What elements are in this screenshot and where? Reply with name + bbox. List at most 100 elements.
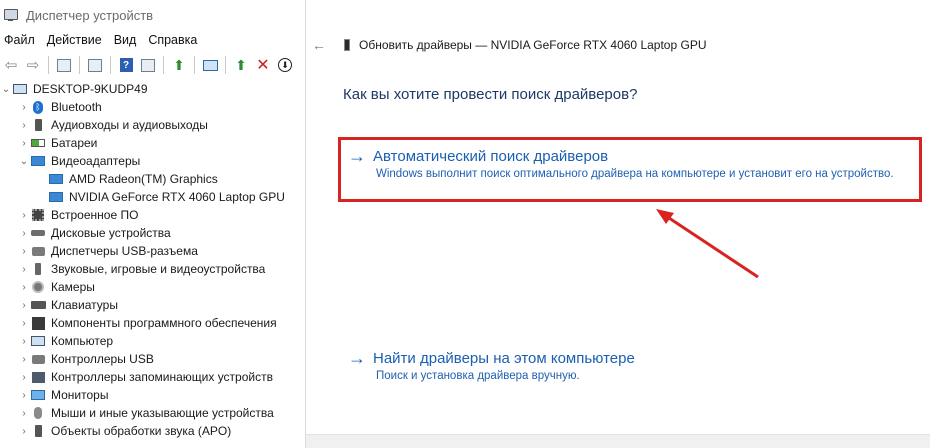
tree-item-computer[interactable]: › Компьютер bbox=[0, 332, 305, 350]
tree-item-label: Объекты обработки звука (APO) bbox=[51, 424, 232, 438]
tree-item-monitors[interactable]: › Мониторы bbox=[0, 386, 305, 404]
menu-file[interactable]: Файл bbox=[0, 33, 42, 47]
bluetooth-icon: ᛒ bbox=[30, 100, 46, 114]
chevron-right-icon[interactable]: › bbox=[18, 120, 30, 131]
chevron-right-icon[interactable]: › bbox=[18, 390, 30, 401]
tree-item-disk-drives[interactable]: › Дисковые устройства bbox=[0, 224, 305, 242]
window-title: Диспетчер устройств bbox=[26, 7, 154, 23]
chevron-right-icon[interactable]: › bbox=[18, 372, 30, 383]
chevron-right-icon[interactable]: › bbox=[18, 318, 30, 329]
tree-item-firmware[interactable]: › Встроенное ПО bbox=[0, 206, 305, 224]
tree-item-bluetooth[interactable]: › ᛒ Bluetooth bbox=[0, 98, 305, 116]
tree-item-keyboards[interactable]: › Клавиатуры bbox=[0, 296, 305, 314]
tree-root-label: DESKTOP-9KUDP49 bbox=[33, 82, 148, 96]
update-drivers-dialog: ← Обновить драйверы — NVIDIA GeForce RTX… bbox=[306, 0, 930, 448]
menu-action[interactable]: Действие bbox=[42, 33, 109, 47]
annotation-red-arrow bbox=[656, 209, 759, 279]
show-hide-console-tree-button[interactable] bbox=[53, 54, 75, 76]
scan-hardware-icon bbox=[202, 59, 218, 71]
help-button[interactable]: ? bbox=[115, 54, 137, 76]
tree-item-batteries[interactable]: › Батареи bbox=[0, 134, 305, 152]
tree-item-label: Камеры bbox=[51, 280, 95, 294]
tree-item-label: Диспетчеры USB-разъема bbox=[51, 244, 198, 258]
arrow-right-icon: ⇨ bbox=[26, 57, 40, 74]
chevron-right-icon[interactable]: › bbox=[18, 210, 30, 221]
camera-icon bbox=[30, 280, 46, 294]
tree-root[interactable]: ⌄ DESKTOP-9KUDP49 bbox=[0, 80, 305, 98]
chevron-right-icon[interactable]: › bbox=[18, 102, 30, 113]
chevron-right-icon[interactable]: › bbox=[18, 138, 30, 149]
usb-icon bbox=[30, 244, 46, 258]
disk-icon bbox=[30, 226, 46, 240]
tree-item-label: Видеоадаптеры bbox=[51, 154, 141, 168]
tree-item-display-adapters[interactable]: ⌄ Видеоадаптеры bbox=[0, 152, 305, 170]
tree-subitem-nvidia-gpu[interactable]: NVIDIA GeForce RTX 4060 Laptop GPU bbox=[0, 188, 305, 206]
tree-item-label: NVIDIA GeForce RTX 4060 Laptop GPU bbox=[69, 190, 285, 204]
toolbar-separator bbox=[163, 56, 164, 74]
computer-icon bbox=[30, 334, 46, 348]
device-manager-icon bbox=[4, 9, 18, 21]
keyboard-icon bbox=[30, 298, 46, 312]
chevron-right-icon[interactable]: › bbox=[18, 354, 30, 365]
tree-item-usb-connector-managers[interactable]: › Диспетчеры USB-разъема bbox=[0, 242, 305, 260]
scan-hardware-button[interactable] bbox=[199, 54, 221, 76]
tree-item-audio-io[interactable]: › Аудиовходы и аудиовыходы bbox=[0, 116, 305, 134]
tree-item-storage-controllers[interactable]: › Контроллеры запоминающих устройств bbox=[0, 368, 305, 386]
usb-controller-icon bbox=[30, 352, 46, 366]
battery-icon bbox=[30, 136, 46, 150]
chevron-right-icon[interactable]: › bbox=[18, 264, 30, 275]
enable-device-icon: ⬆ bbox=[235, 56, 247, 73]
tree-item-label: Мониторы bbox=[51, 388, 109, 402]
tree-item-label: Компоненты программного обеспечения bbox=[51, 316, 277, 330]
chevron-right-icon[interactable]: › bbox=[18, 246, 30, 257]
tree-item-label: Дисковые устройства bbox=[51, 226, 171, 240]
firmware-icon bbox=[30, 208, 46, 222]
chevron-right-icon[interactable]: › bbox=[18, 300, 30, 311]
toolbar-separator bbox=[225, 56, 226, 74]
tree-item-label: Контроллеры запоминающих устройств bbox=[51, 370, 273, 384]
uninstall-device-button[interactable]: ✕ bbox=[252, 54, 274, 76]
chevron-down-icon[interactable]: ⌄ bbox=[18, 156, 30, 167]
mouse-icon bbox=[30, 406, 46, 420]
chevron-down-icon[interactable]: ⌄ bbox=[0, 84, 12, 95]
forward-button[interactable]: ⇨ bbox=[22, 54, 44, 76]
properties-icon bbox=[88, 58, 102, 72]
monitor-icon bbox=[30, 388, 46, 402]
tree-item-label: Встроенное ПО bbox=[51, 208, 139, 222]
enable-device-button[interactable]: ⬆ bbox=[230, 54, 252, 76]
sound-icon bbox=[30, 262, 46, 276]
display-adapter-icon bbox=[48, 190, 64, 204]
chevron-right-icon[interactable]: › bbox=[18, 408, 30, 419]
tree-item-label: Батареи bbox=[51, 136, 98, 150]
computer-root-icon bbox=[12, 82, 28, 96]
menu-help[interactable]: Справка bbox=[143, 33, 204, 47]
tree-item-label: Bluetooth bbox=[51, 100, 102, 114]
toolbar: ⇦ ⇨ ? ⬆ ⬆ ✕ ⬇ bbox=[0, 53, 305, 77]
tree-item-cameras[interactable]: › Камеры bbox=[0, 278, 305, 296]
tree-item-sound-video-game[interactable]: › Звуковые, игровые и видеоустройства bbox=[0, 260, 305, 278]
tree-item-label: Звуковые, игровые и видеоустройства bbox=[51, 262, 266, 276]
chevron-right-icon[interactable]: › bbox=[18, 228, 30, 239]
tree-item-usb-controllers[interactable]: › Контроллеры USB bbox=[0, 350, 305, 368]
back-button[interactable]: ⇦ bbox=[0, 54, 22, 76]
menu-bar: Файл Действие Вид Справка bbox=[0, 30, 204, 50]
tree-item-mice[interactable]: › Мыши и иные указывающие устройства bbox=[0, 404, 305, 422]
menu-view[interactable]: Вид bbox=[109, 33, 144, 47]
properties-button[interactable] bbox=[84, 54, 106, 76]
tree-item-software-components[interactable]: › Компоненты программного обеспечения bbox=[0, 314, 305, 332]
view-button[interactable] bbox=[137, 54, 159, 76]
apo-icon bbox=[30, 424, 46, 438]
device-tree: ⌄ DESKTOP-9KUDP49 › ᛒ Bluetooth › Аудиов… bbox=[0, 80, 305, 440]
chevron-right-icon[interactable]: › bbox=[18, 282, 30, 293]
disable-device-button[interactable]: ⬇ bbox=[274, 54, 296, 76]
tree-item-apo[interactable]: › Объекты обработки звука (APO) bbox=[0, 422, 305, 440]
display-adapter-icon bbox=[30, 154, 46, 168]
uninstall-x-icon: ✕ bbox=[256, 57, 270, 74]
toolbar-separator bbox=[110, 56, 111, 74]
display-adapter-icon bbox=[48, 172, 64, 186]
tree-subitem-amd-gpu[interactable]: AMD Radeon(TM) Graphics bbox=[0, 170, 305, 188]
chevron-right-icon[interactable]: › bbox=[18, 336, 30, 347]
arrow-left-icon: ⇦ bbox=[4, 57, 18, 74]
update-driver-button[interactable]: ⬆ bbox=[168, 54, 190, 76]
chevron-right-icon[interactable]: › bbox=[18, 426, 30, 437]
